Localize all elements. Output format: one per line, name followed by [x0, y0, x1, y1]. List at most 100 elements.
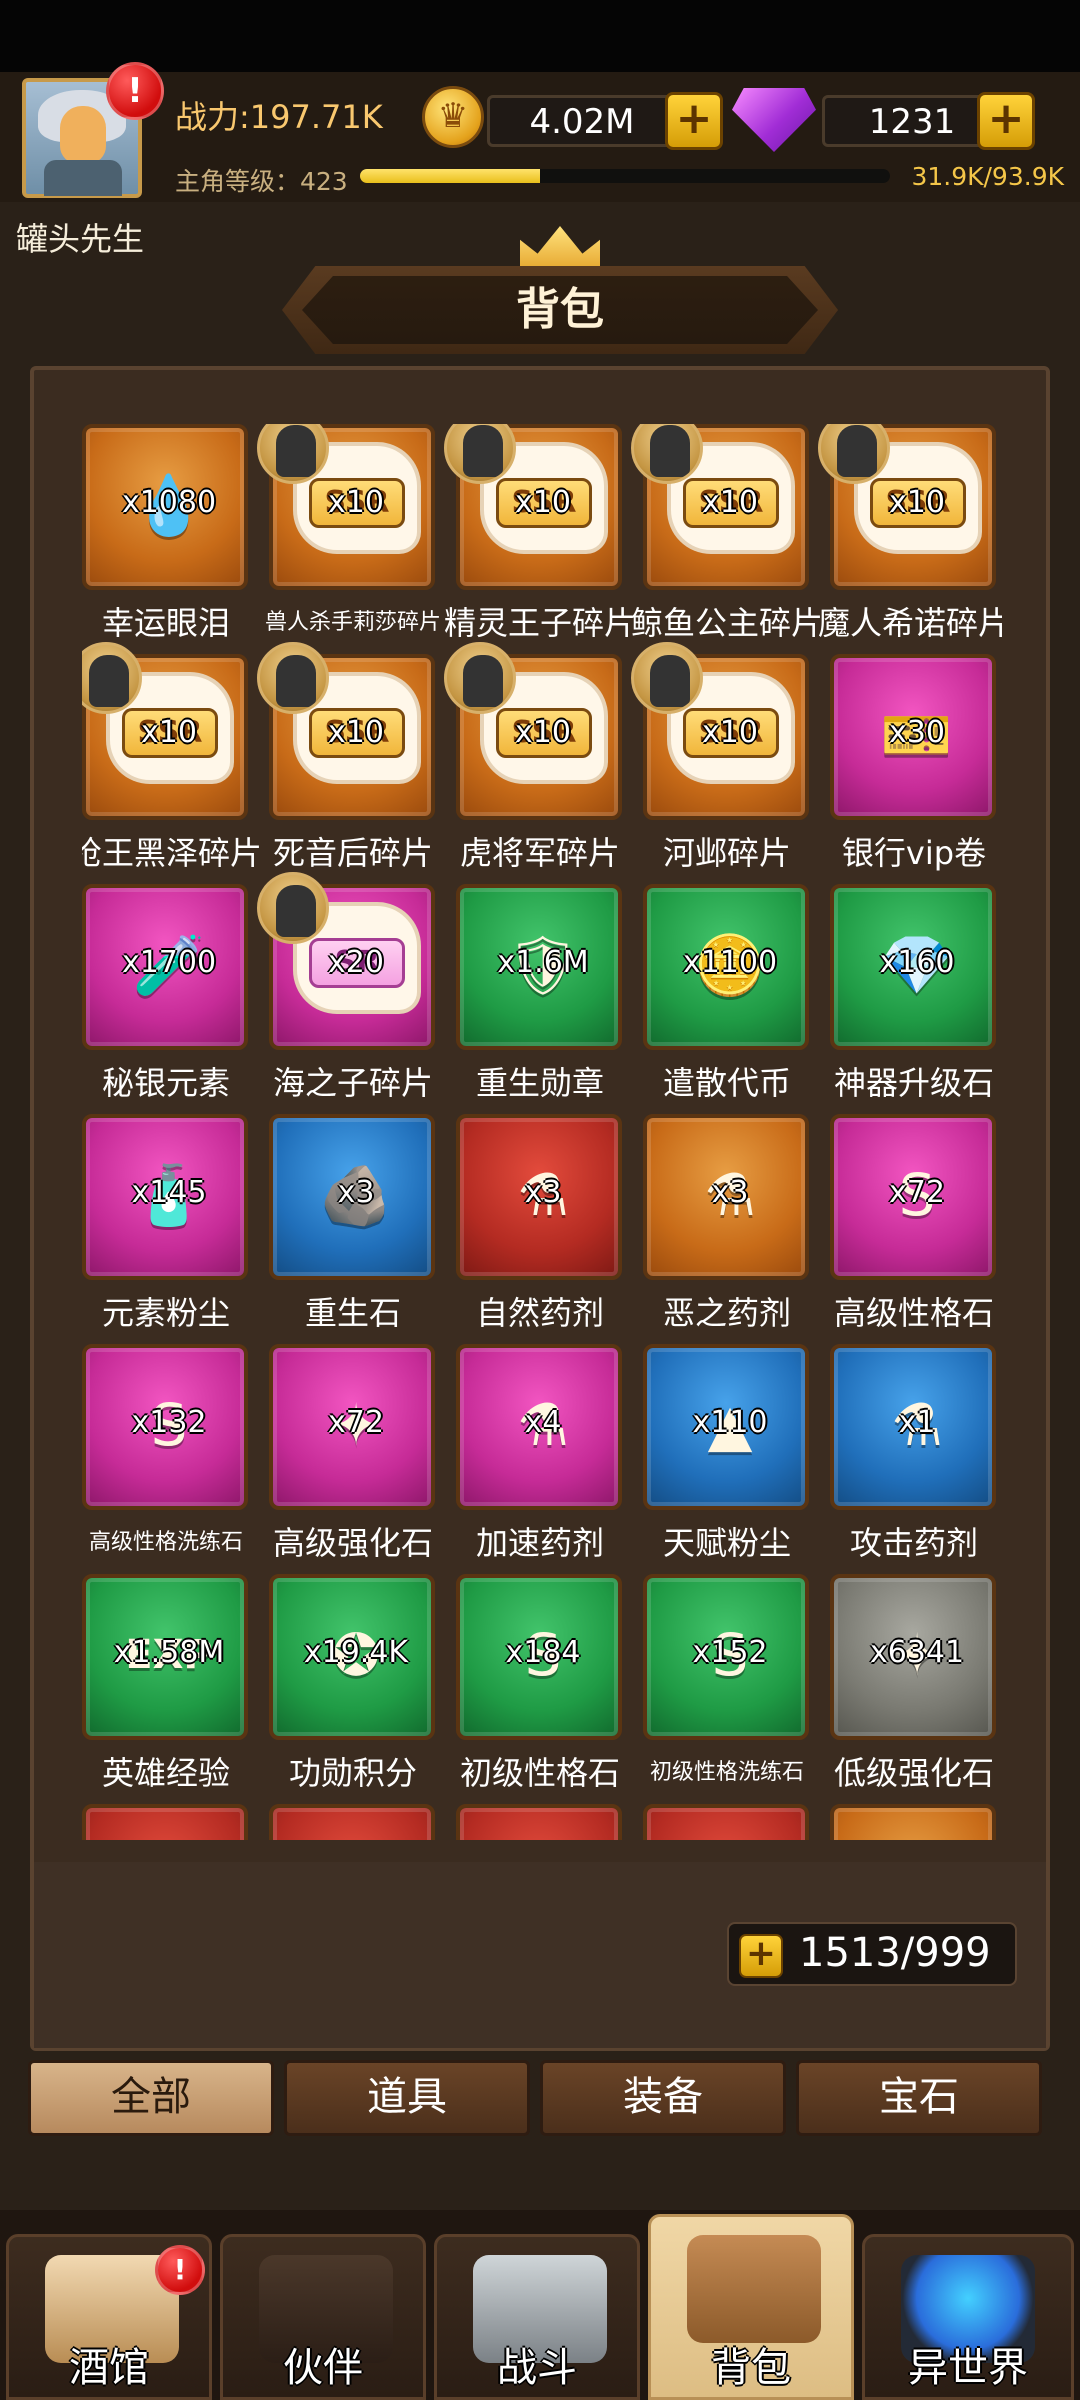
item-name: 遣散代币	[662, 1064, 791, 1102]
inventory-item[interactable]: SSR x10 死音后碎片	[257, 642, 439, 884]
item-tile[interactable]: Sx72	[830, 1114, 996, 1280]
nav-tavern[interactable]: ! 酒馆	[6, 2234, 212, 2400]
inventory-item[interactable]	[830, 1804, 1000, 1840]
avatar-alert-icon: !	[106, 62, 164, 120]
tab-all[interactable]: 全部	[28, 2060, 274, 2136]
inventory-item[interactable]: 🧴 x145 元素粉尘	[82, 1114, 252, 1344]
item-tile[interactable]: 🧴 x145	[82, 1114, 248, 1280]
item-name: 鲸鱼公主碎片	[630, 604, 823, 642]
inventory-item[interactable]: ✪ x19.4K 功勋积分	[269, 1574, 439, 1804]
bag-capacity[interactable]: + 1513/999	[727, 1922, 1017, 1986]
item-tile[interactable]: EXP x1.58M	[82, 1574, 248, 1740]
inventory-item[interactable]: 🎫 x30 银行vip卷	[830, 654, 1000, 884]
item-quantity: x1700	[121, 945, 217, 980]
item-tile[interactable]: ✪ x19.4K	[269, 1574, 435, 1740]
page-title: 背包	[302, 276, 818, 344]
tab-items[interactable]: 道具	[284, 2060, 530, 2136]
add-gems-button[interactable]: +	[977, 92, 1035, 150]
inventory-item[interactable]	[456, 1804, 626, 1840]
item-tile[interactable]	[269, 1804, 435, 1840]
item-tile[interactable]: Sx132	[82, 1344, 248, 1510]
item-tile[interactable]: 💧 x1080	[82, 424, 248, 590]
hero-silhouette	[463, 425, 503, 477]
tavern-alert-icon: !	[155, 2245, 205, 2295]
nav-label: 背包	[711, 2345, 791, 2391]
inventory-item[interactable]: SSR x10 枪王黑泽碎片	[82, 642, 262, 884]
hero-silhouette	[276, 655, 316, 707]
inventory-item[interactable]: 🪙 x1100 遣散代币	[643, 884, 813, 1114]
item-name: 精灵王子碎片	[443, 604, 636, 642]
tab-gems[interactable]: 宝石	[796, 2060, 1042, 2136]
nav-otherworld[interactable]: 异世界	[862, 2234, 1074, 2400]
tab-equipment[interactable]: 装备	[540, 2060, 786, 2136]
inventory-item[interactable]: ✦ x6341 低级强化石	[830, 1574, 1000, 1804]
expand-capacity-button[interactable]: +	[739, 1934, 783, 1978]
category-tabs: 全部 道具 装备 宝石	[28, 2060, 1054, 2142]
nav-bag[interactable]: 背包	[648, 2214, 854, 2400]
item-tile[interactable]	[456, 1804, 622, 1840]
item-name: 幸运眼泪	[101, 604, 230, 642]
inventory-item[interactable]	[82, 1804, 252, 1840]
item-tile[interactable]: 🪨 x3	[269, 1114, 435, 1280]
item-quantity: x184	[505, 1635, 581, 1670]
page-title-plate: 背包	[282, 266, 838, 354]
nav-partner[interactable]: 伙伴	[220, 2234, 426, 2400]
item-tile[interactable]: ⚗ x3	[643, 1114, 809, 1280]
inventory-item[interactable]: EXP x1.58M 英雄经验	[82, 1574, 252, 1804]
item-tile[interactable]	[82, 1804, 248, 1840]
inventory-item[interactable]: ⚗ x4 加速药剂	[456, 1344, 626, 1574]
inventory-item[interactable]: Sx132 高级性格洗练石	[82, 1344, 252, 1574]
inventory-item[interactable]	[643, 1804, 813, 1840]
inventory-item[interactable]: SSR x10 河邺碎片	[631, 642, 813, 884]
item-tile[interactable]: ✦ x72	[269, 1344, 435, 1510]
item-tile[interactable]: Sx152	[643, 1574, 809, 1740]
inventory-item[interactable]: ⚗ x1 攻击药剂	[830, 1344, 1000, 1574]
item-tile[interactable]: Sx184	[456, 1574, 622, 1740]
item-name: 重生勋章	[475, 1064, 604, 1102]
add-gold-button[interactable]: +	[665, 92, 723, 150]
item-name: 秘银元素	[101, 1064, 230, 1102]
inventory-item[interactable]: SSR x10 精灵王子碎片	[444, 424, 636, 654]
item-name: 恶之药剂	[662, 1294, 791, 1332]
item-tile[interactable]: 🧪 x1700	[82, 884, 248, 1050]
item-tile[interactable]: ⚗ x3	[456, 1114, 622, 1280]
item-quantity: x1100	[682, 945, 778, 980]
item-tile[interactable]: 🪙 x1100	[643, 884, 809, 1050]
inventory-item[interactable]: 💧 x1080 幸运眼泪	[82, 424, 252, 654]
xp-progress-bar	[360, 169, 890, 183]
item-tile[interactable]: 🛡 x1.6M	[456, 884, 622, 1050]
item-name: 枪王黑泽碎片	[82, 834, 262, 872]
inventory-item[interactable]	[269, 1804, 439, 1840]
item-quantity: x72	[328, 1405, 384, 1440]
item-tile[interactable]: ✦ x6341	[830, 1574, 996, 1740]
inventory-item[interactable]: Sx72 高级性格石	[830, 1114, 1000, 1344]
item-name: 功勋积分	[288, 1754, 417, 1792]
inventory-item[interactable]: ⚗ x3 自然药剂	[456, 1114, 626, 1344]
item-tile[interactable]: 💎 x160	[830, 884, 996, 1050]
inventory-item[interactable]: Sx152 初级性格洗练石	[643, 1574, 813, 1804]
inventory-item[interactable]: 🛡 x1.6M 重生勋章	[456, 884, 626, 1114]
inventory-item[interactable]: 🧪 x1700 秘银元素	[82, 884, 252, 1114]
item-tile[interactable]	[643, 1804, 809, 1840]
inventory-item[interactable]: ▲ x110 天赋粉尘	[643, 1344, 813, 1574]
inventory-item[interactable]: SSR x10 魔人希诺碎片	[818, 424, 1002, 654]
inventory-item[interactable]: SSR x10 兽人杀手莉莎碎片	[257, 424, 441, 654]
item-tile[interactable]: 🎫 x30	[830, 654, 996, 820]
item-tile[interactable]	[830, 1804, 996, 1840]
inventory-item[interactable]: SR x20 海之子碎片	[257, 872, 439, 1114]
item-tile[interactable]: ⚗ x4	[456, 1344, 622, 1510]
item-name: 虎将军碎片	[459, 834, 620, 872]
item-quantity: x10	[328, 715, 384, 750]
inventory-item[interactable]: Sx184 初级性格石	[456, 1574, 626, 1804]
gold-coin-icon: ♛	[422, 86, 484, 148]
inventory-item[interactable]: 🪨 x3 重生石	[269, 1114, 439, 1344]
item-tile[interactable]: ⚗ x1	[830, 1344, 996, 1510]
item-tile[interactable]: ▲ x110	[643, 1344, 809, 1510]
inventory-item[interactable]: ✦ x72 高级强化石	[269, 1344, 439, 1574]
inventory-item[interactable]: ⚗ x3 恶之药剂	[643, 1114, 813, 1344]
inventory-item[interactable]: SSR x10 鲸鱼公主碎片	[631, 424, 823, 654]
item-name: 元素粉尘	[101, 1294, 230, 1332]
inventory-item[interactable]: 💎 x160 神器升级石	[830, 884, 1000, 1114]
nav-battle[interactable]: 战斗	[434, 2234, 640, 2400]
inventory-item[interactable]: SSR x10 虎将军碎片	[444, 642, 626, 884]
